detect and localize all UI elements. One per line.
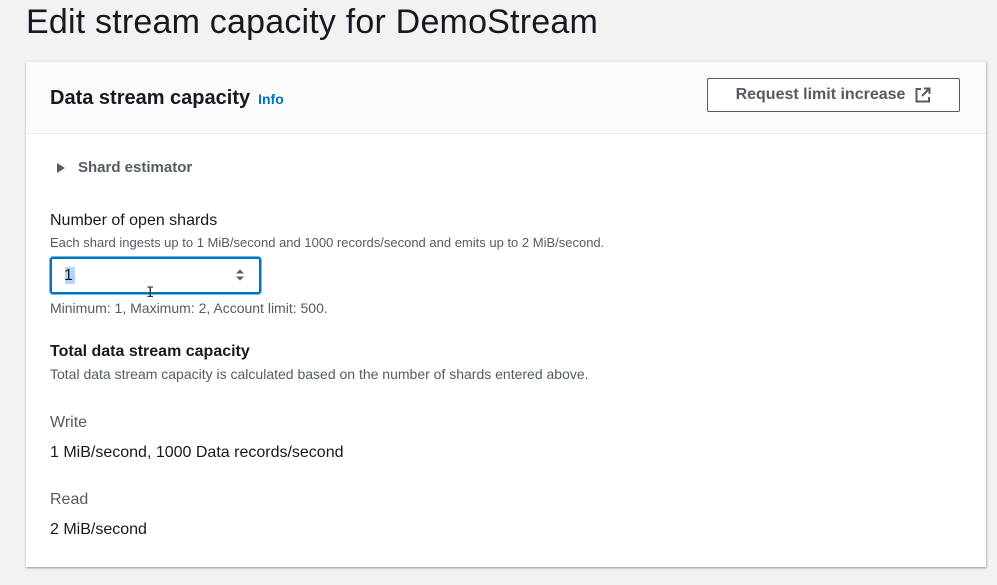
request-limit-increase-button[interactable]: Request limit increase xyxy=(707,78,960,112)
shards-field-label: Number of open shards xyxy=(50,212,218,229)
shards-number-input[interactable] xyxy=(52,259,224,292)
read-label: Read xyxy=(50,491,89,508)
total-capacity-title: Total data stream capacity xyxy=(50,343,250,360)
shards-input-wrapper xyxy=(50,257,261,294)
shards-field-description: Each shard ingests up to 1 MiB/second an… xyxy=(50,235,605,250)
text-cursor-icon: I xyxy=(146,285,155,301)
panel-title-text: Data stream capacity xyxy=(50,87,251,109)
external-link-icon xyxy=(915,87,931,103)
number-spinner-icon[interactable] xyxy=(235,267,245,283)
write-value: 1 MiB/second, 1000 Data records/second xyxy=(50,444,344,461)
panel-header: Data stream capacity Info Request limit i… xyxy=(26,62,986,134)
total-capacity-description: Total data stream capacity is calculated… xyxy=(50,366,589,382)
read-value: 2 MiB/second xyxy=(50,521,147,538)
request-limit-increase-label: Request limit increase xyxy=(735,86,906,103)
write-label: Write xyxy=(50,414,88,431)
page-title: Edit stream capacity for DemoStream xyxy=(26,3,598,41)
info-link[interactable]: Info xyxy=(258,91,284,107)
shard-estimator-toggle[interactable]: Shard estimator xyxy=(57,159,192,176)
shard-estimator-label: Shard estimator xyxy=(78,159,193,176)
caret-right-icon xyxy=(57,162,65,173)
panel-title: Data stream capacity Info xyxy=(50,86,284,111)
capacity-panel: Data stream capacity Info Request limit i… xyxy=(26,61,986,567)
shards-constraint-text: Minimum: 1, Maximum: 2, Account limit: 5… xyxy=(50,300,328,316)
